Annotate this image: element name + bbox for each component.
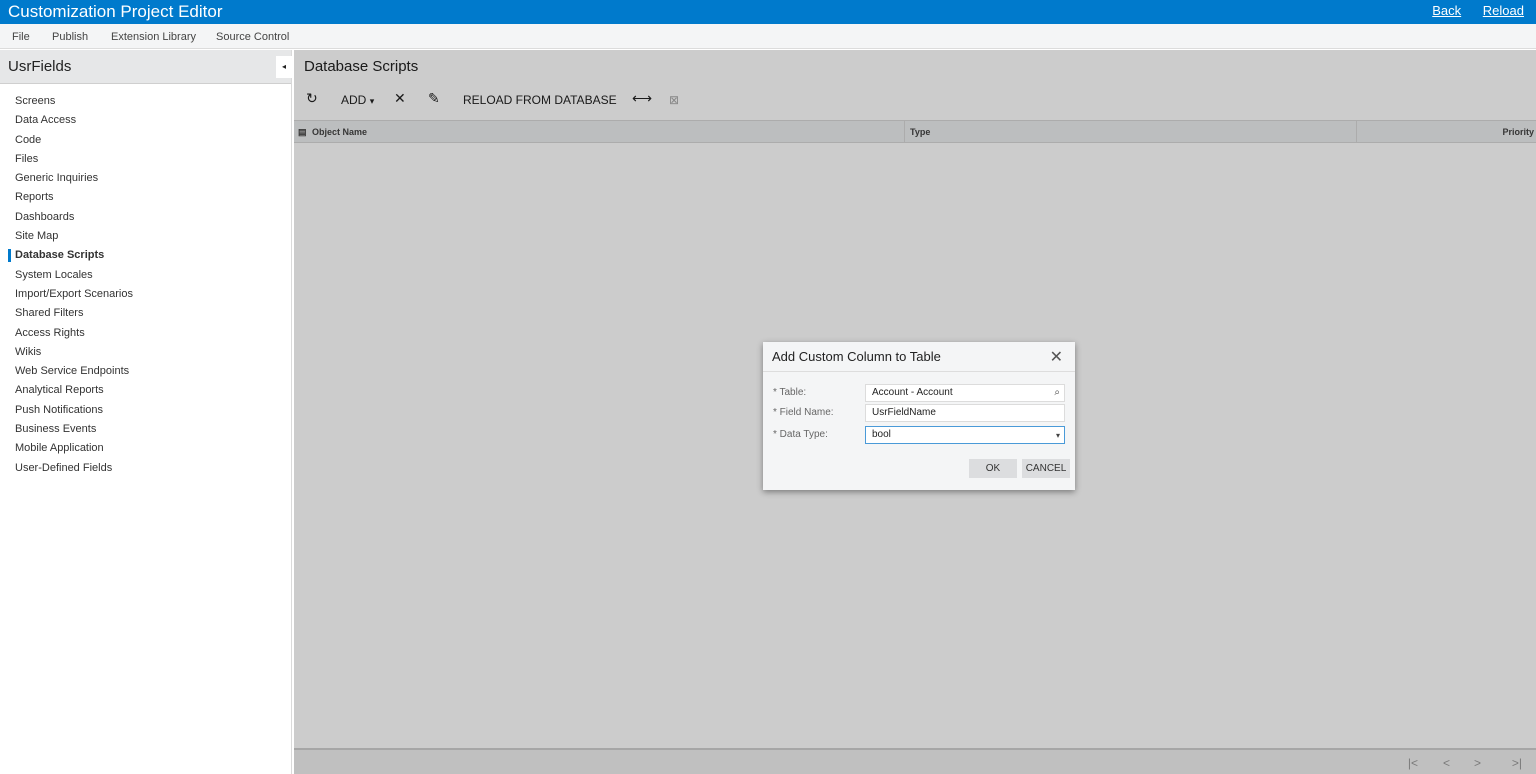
sidebar-item-push-notifications[interactable]: Push Notifications xyxy=(0,401,290,420)
menu-source-control[interactable]: Source Control xyxy=(216,31,289,43)
sidebar: UsrFields ◂ Screens Data Access Code Fil… xyxy=(0,50,292,774)
sidebar-nav: Screens Data Access Code Files Generic I… xyxy=(0,92,290,478)
chevron-down-icon[interactable]: ▾ xyxy=(1056,428,1060,444)
table-value: Account - Account xyxy=(872,387,953,398)
project-name: UsrFields xyxy=(8,58,72,75)
sidebar-item-mobile-application[interactable]: Mobile Application xyxy=(0,439,290,458)
sidebar-item-code[interactable]: Code xyxy=(0,131,290,150)
menu-publish[interactable]: Publish xyxy=(52,31,88,43)
back-link[interactable]: Back xyxy=(1432,3,1461,18)
data-type-row: * Data Type: bool ▾ xyxy=(773,426,1065,444)
sidebar-item-database-scripts[interactable]: Database Scripts xyxy=(0,246,290,265)
data-type-label: * Data Type: xyxy=(773,429,828,440)
sidebar-item-dashboards[interactable]: Dashboards xyxy=(0,208,290,227)
search-icon[interactable]: ⌕ xyxy=(1054,385,1060,401)
field-name-row: * Field Name: UsrFieldName xyxy=(773,404,1065,422)
title-bar: Customization Project Editor Back Reload xyxy=(0,0,1536,24)
sidebar-item-import-export-scenarios[interactable]: Import/Export Scenarios xyxy=(0,285,290,304)
data-type-select[interactable]: bool ▾ xyxy=(865,426,1065,444)
menu-file[interactable]: File xyxy=(12,31,30,43)
data-type-value: bool xyxy=(872,429,891,440)
sidebar-item-shared-filters[interactable]: Shared Filters xyxy=(0,304,290,323)
table-input[interactable]: Account - Account ⌕ xyxy=(865,384,1065,402)
sidebar-item-data-access[interactable]: Data Access xyxy=(0,111,290,130)
field-name-input[interactable]: UsrFieldName xyxy=(865,404,1065,422)
field-name-label: * Field Name: xyxy=(773,407,834,418)
sidebar-item-user-defined-fields[interactable]: User-Defined Fields xyxy=(0,459,290,478)
menu-bar: File Publish Extension Library Source Co… xyxy=(0,24,1536,49)
sidebar-item-business-events[interactable]: Business Events xyxy=(0,420,290,439)
collapse-sidebar-icon[interactable]: ◂ xyxy=(276,56,292,78)
menu-extension-library[interactable]: Extension Library xyxy=(111,31,196,43)
sidebar-item-access-rights[interactable]: Access Rights xyxy=(0,324,290,343)
app-title: Customization Project Editor xyxy=(8,2,223,21)
sidebar-item-reports[interactable]: Reports xyxy=(0,188,290,207)
sidebar-item-files[interactable]: Files xyxy=(0,150,290,169)
table-label: * Table: xyxy=(773,387,807,398)
sidebar-item-web-service-endpoints[interactable]: Web Service Endpoints xyxy=(0,362,290,381)
table-field-row: * Table: Account - Account ⌕ xyxy=(773,384,1065,402)
sidebar-item-wikis[interactable]: Wikis xyxy=(0,343,290,362)
sidebar-item-analytical-reports[interactable]: Analytical Reports xyxy=(0,381,290,400)
sidebar-item-site-map[interactable]: Site Map xyxy=(0,227,290,246)
close-icon[interactable]: ✕ xyxy=(1050,347,1063,367)
cancel-button[interactable]: CANCEL xyxy=(1022,459,1070,478)
dialog-divider xyxy=(763,371,1075,372)
reload-link[interactable]: Reload xyxy=(1483,3,1524,18)
sidebar-item-system-locales[interactable]: System Locales xyxy=(0,266,290,285)
sidebar-item-generic-inquiries[interactable]: Generic Inquiries xyxy=(0,169,290,188)
ok-button[interactable]: OK xyxy=(969,459,1017,478)
sidebar-item-screens[interactable]: Screens xyxy=(0,92,290,111)
add-custom-column-dialog: Add Custom Column to Table ✕ * Table: Ac… xyxy=(763,342,1075,490)
sidebar-header: UsrFields xyxy=(0,50,291,84)
dialog-title: Add Custom Column to Table xyxy=(772,349,941,364)
field-name-value: UsrFieldName xyxy=(872,407,936,418)
